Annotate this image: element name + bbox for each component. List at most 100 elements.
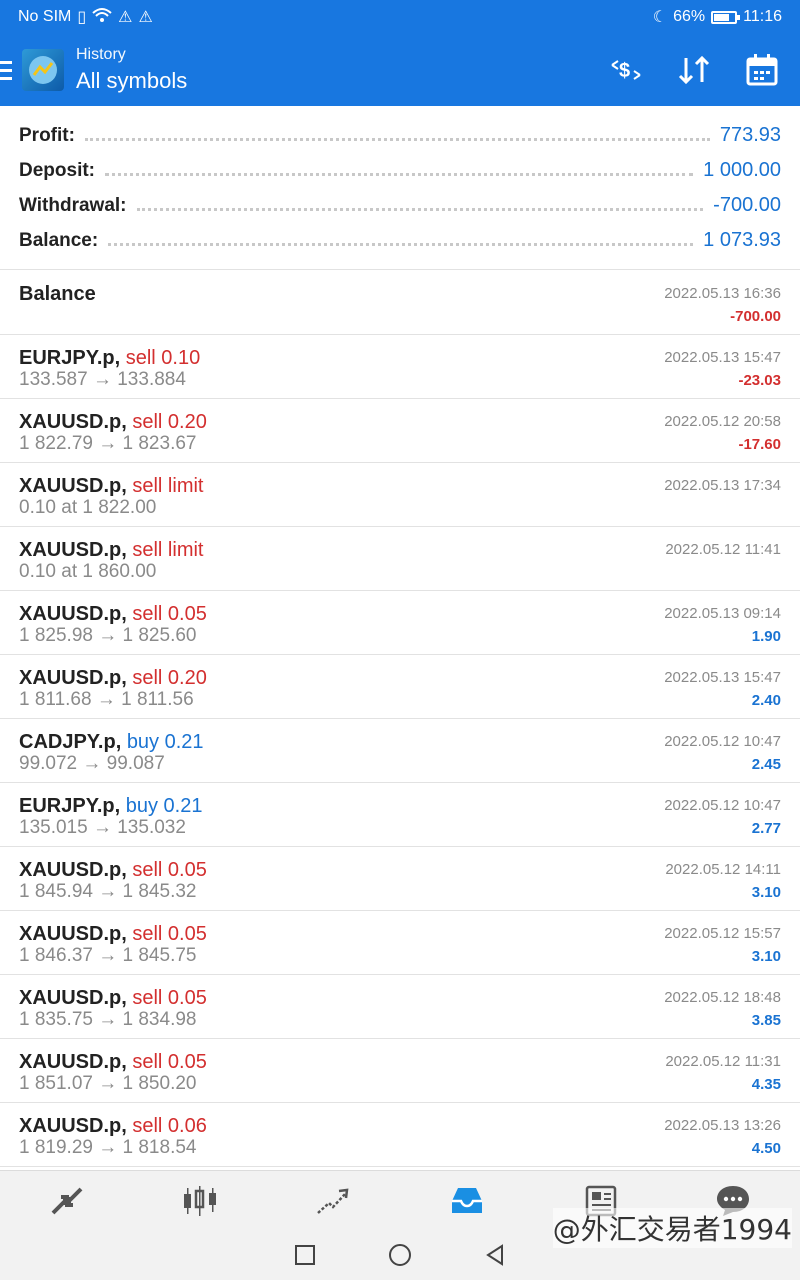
dotted-leader	[105, 166, 694, 176]
deal-prices: 1 822.79 → 1 823.67	[19, 433, 197, 454]
deal-profit: -17.60	[738, 436, 781, 453]
deal-profit: 2.40	[751, 692, 781, 709]
deal-prices: 99.072 → 99.087	[19, 753, 165, 774]
deal-time: 2022.05.12 15:57	[664, 925, 781, 942]
app-toolbar: History All symbols $	[0, 34, 800, 106]
deal-action: buy 0.21	[125, 795, 203, 817]
deal-symbol: CADJPY.p,	[19, 731, 122, 753]
hamburger-line	[0, 60, 12, 64]
deal-prices: 133.587 → 133.884	[19, 369, 186, 390]
deal-prices: 1 825.98 → 1 825.60	[19, 625, 197, 646]
summary-label: Withdrawal:	[19, 194, 127, 216]
deal-row[interactable]: EURJPY.p, sell 0.10 133.587 → 133.884 2022…	[0, 335, 800, 399]
deal-action: sell 0.05	[132, 987, 207, 1009]
summary-value: 1 073.93	[703, 229, 781, 251]
deal-action: sell 0.05	[132, 923, 207, 945]
deal-profit: 1.90	[751, 628, 781, 645]
deal-row[interactable]: XAUUSD.p, sell 0.20 1 811.68 → 1 811.56 20…	[0, 655, 800, 719]
deal-action: sell 0.05	[132, 1051, 207, 1073]
filter-symbol-icon[interactable]: $	[604, 48, 648, 92]
deal-prices: 1 835.75 → 1 834.98	[19, 1009, 197, 1030]
deal-title: CADJPY.p, buy 0.21	[19, 731, 204, 754]
deal-action: sell 0.05	[132, 859, 207, 881]
hamburger-line	[0, 68, 12, 72]
deal-rows: EURJPY.p, sell 0.10 133.587 → 133.884 2022…	[0, 335, 800, 1167]
deal-symbol: XAUUSD.p,	[19, 1115, 127, 1137]
sort-icon[interactable]	[672, 48, 716, 92]
deal-time: 2022.05.13 16:36	[664, 285, 781, 302]
deal-profit: 2.77	[751, 820, 781, 837]
battery-icon	[711, 10, 741, 24]
deal-action: sell 0.20	[132, 667, 207, 689]
deal-row[interactable]: XAUUSD.p, sell 0.06 1 819.29 → 1 818.54 20…	[0, 1103, 800, 1167]
dotted-leader	[84, 131, 710, 141]
nav-chart[interactable]	[133, 1171, 266, 1230]
deal-title: EURJPY.p, buy 0.21	[19, 795, 202, 818]
deal-title: XAUUSD.p, sell 0.06	[19, 1115, 207, 1138]
deal-symbol: EURJPY.p,	[19, 795, 121, 817]
toolbar-title[interactable]: All symbols	[76, 68, 187, 94]
history-inbox-icon	[451, 1187, 482, 1213]
back-icon[interactable]	[483, 1243, 507, 1267]
menu-button[interactable]	[0, 34, 16, 106]
deal-profit: 4.35	[751, 1076, 781, 1093]
deal-time: 2022.05.12 11:41	[665, 541, 781, 558]
deal-row[interactable]: EURJPY.p, buy 0.21 135.015 → 135.032 2022.…	[0, 783, 800, 847]
deal-row[interactable]: XAUUSD.p, sell 0.20 1 822.79 → 1 823.67 20…	[0, 399, 800, 463]
app-logo-icon	[22, 49, 64, 91]
home-icon[interactable]	[387, 1242, 413, 1268]
deal-row[interactable]: XAUUSD.p, sell 0.05 1 835.75 → 1 834.98 20…	[0, 975, 800, 1039]
deal-row[interactable]: XAUUSD.p, sell 0.05 1 846.37 → 1 845.75 20…	[0, 911, 800, 975]
deal-time: 2022.05.12 11:31	[665, 1053, 781, 1070]
deal-row[interactable]: XAUUSD.p, sell limit 0.10 at 1 822.00 2022…	[0, 463, 800, 527]
summary-row-balance: Balance: 1 073.93	[19, 223, 781, 258]
hamburger-line	[0, 76, 12, 80]
summary-label: Deposit:	[19, 159, 95, 181]
deal-prices: 0.10 at 1 822.00	[19, 497, 157, 518]
summary-row-deposit: Deposit: 1 000.00	[19, 153, 781, 188]
deal-row[interactable]: XAUUSD.p, sell 0.05 1 851.07 → 1 850.20 20…	[0, 1039, 800, 1103]
deal-row[interactable]: XAUUSD.p, sell limit 0.10 at 1 860.00 2022…	[0, 527, 800, 591]
deal-row[interactable]: CADJPY.p, buy 0.21 99.072 → 99.087 2022.05…	[0, 719, 800, 783]
deal-time: 2022.05.12 10:47	[664, 733, 781, 750]
deal-time: 2022.05.13 15:47	[664, 349, 781, 366]
toolbar-subtitle: History	[76, 46, 126, 63]
deal-symbol: XAUUSD.p,	[19, 411, 127, 433]
deal-action: sell limit	[132, 475, 204, 497]
deal-row[interactable]: XAUUSD.p, sell 0.05 1 825.98 → 1 825.60 20…	[0, 591, 800, 655]
summary-row-withdrawal: Withdrawal: -700.00	[19, 188, 781, 223]
deal-row[interactable]: XAUUSD.p, sell 0.05 1 845.94 → 1 845.32 20…	[0, 847, 800, 911]
recents-icon[interactable]	[293, 1243, 317, 1267]
deal-prices: 1 845.94 → 1 845.32	[19, 881, 197, 902]
balance-operation-label: Balance	[19, 283, 96, 305]
deal-action: sell 0.10	[125, 347, 201, 369]
deal-prices: 1 819.29 → 1 818.54	[19, 1137, 197, 1158]
deal-title: XAUUSD.p, sell limit	[19, 539, 203, 562]
calendar-icon[interactable]	[740, 48, 784, 92]
toolbar-actions: $	[604, 48, 784, 92]
nav-trade[interactable]	[267, 1171, 400, 1230]
summary-label: Balance:	[19, 229, 99, 251]
status-left: No SIM ▯ ⚠ ⚠	[18, 7, 153, 28]
deal-title: XAUUSD.p, sell 0.05	[19, 859, 207, 882]
deal-prices: 1 851.07 → 1 850.20	[19, 1073, 197, 1094]
status-right: ☾ 66% 11:16	[653, 7, 782, 27]
toolbar-titles: History All symbols	[76, 46, 187, 94]
deal-action: sell 0.05	[132, 603, 207, 625]
summary-row-profit: Profit: 773.93	[19, 118, 781, 153]
deal-symbol: XAUUSD.p,	[19, 923, 127, 945]
deal-title: XAUUSD.p, sell 0.05	[19, 987, 207, 1010]
wifi-icon	[92, 7, 112, 28]
balance-operation-row[interactable]: Balance 2022.05.13 16:36 -700.00	[0, 271, 800, 335]
deal-profit: 4.50	[751, 1140, 781, 1157]
clock: 11:16	[743, 8, 782, 25]
carrier-label: No SIM	[18, 8, 72, 25]
chart-candles-icon	[183, 1185, 216, 1216]
deal-profit: 3.10	[751, 948, 781, 965]
summary-value: 773.93	[719, 124, 781, 146]
summary-value: 1 000.00	[703, 159, 781, 181]
nav-quotes[interactable]	[0, 1171, 133, 1230]
warning-icon-2: ⚠	[138, 9, 153, 26]
deal-profit: 3.85	[751, 1012, 781, 1029]
nav-history[interactable]	[400, 1171, 533, 1230]
